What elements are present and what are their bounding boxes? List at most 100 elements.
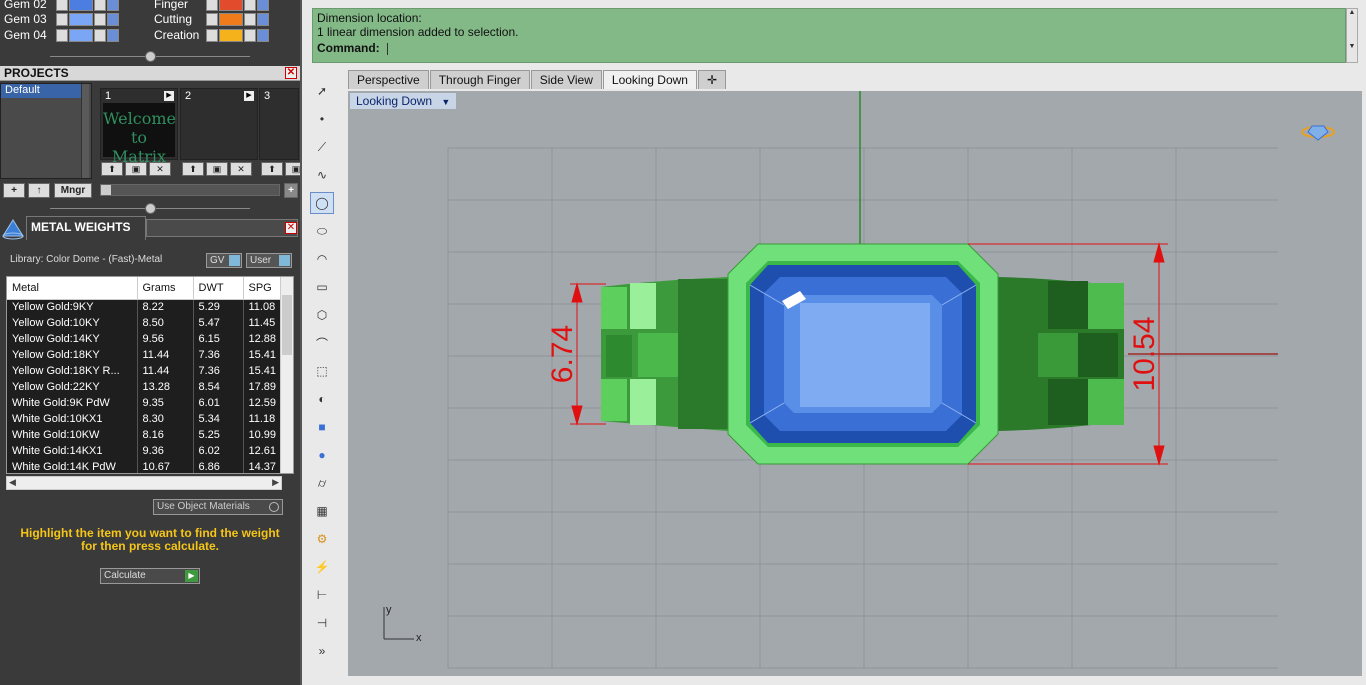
left-shank[interactable] xyxy=(601,277,728,431)
up-button[interactable]: ↑ xyxy=(28,183,50,198)
tab-through-finger[interactable]: Through Finger xyxy=(429,70,530,89)
table-cell[interactable]: 8.50 xyxy=(137,315,194,331)
table-cell[interactable]: Yellow Gold:14KY xyxy=(7,331,138,347)
table-cell[interactable]: Yellow Gold:10KY xyxy=(7,315,138,331)
lock-icon[interactable] xyxy=(244,28,256,42)
column-header[interactable]: Grams xyxy=(137,277,194,300)
arc-icon[interactable]: ◠ xyxy=(310,248,334,270)
chevron-down-icon[interactable]: ▼ xyxy=(441,94,450,110)
table-cell[interactable]: 13.28 xyxy=(137,379,194,395)
table-row[interactable]: White Gold:9K PdW 9.35 6.01 12.59 xyxy=(7,395,290,411)
table-row[interactable]: White Gold:14KX1 9.36 6.02 12.61 xyxy=(7,443,290,459)
horizontal-scrollbar[interactable]: ◀ ▶ xyxy=(6,476,282,490)
select-arrow-icon[interactable]: ➚ xyxy=(310,80,334,102)
fillet-icon[interactable]: ⌒ xyxy=(310,332,334,354)
table-cell[interactable]: 5.25 xyxy=(193,427,244,443)
table-cell[interactable]: White Gold:14KX1 xyxy=(7,443,138,459)
table-cell[interactable]: 8.22 xyxy=(137,299,194,315)
table-cell[interactable]: Yellow Gold:22KY xyxy=(7,379,138,395)
layer-color-swatch[interactable] xyxy=(69,28,93,42)
lock-icon[interactable] xyxy=(244,0,256,11)
project-slot[interactable]: 3 xyxy=(259,88,299,160)
table-row[interactable]: White Gold:14K PdW 10.67 6.86 14.37 xyxy=(7,459,290,473)
table-cell[interactable]: 6.15 xyxy=(193,331,244,347)
tab-looking-down[interactable]: Looking Down xyxy=(602,70,697,89)
sphere-icon[interactable]: ● xyxy=(310,444,334,466)
layer-expand-icon[interactable] xyxy=(56,0,68,11)
ring-icon[interactable] xyxy=(1301,125,1335,141)
visibility-icon[interactable] xyxy=(257,12,269,26)
visibility-icon[interactable] xyxy=(257,0,269,11)
close-icon[interactable]: ✕ xyxy=(285,67,297,79)
emerald-cut-gem[interactable] xyxy=(749,265,977,443)
scroll-down-icon[interactable]: ▼ xyxy=(1347,43,1357,50)
table-cell[interactable]: 9.36 xyxy=(137,443,194,459)
lock-icon[interactable] xyxy=(94,28,106,42)
layer-color-swatch[interactable] xyxy=(69,0,93,11)
metal-weights-table[interactable]: Metal Grams DWT SPG Yellow Gold:9KY 8.22 5… xyxy=(6,276,294,474)
radio-icon[interactable] xyxy=(269,502,279,512)
vertical-scrollbar[interactable] xyxy=(280,277,293,473)
table-row[interactable]: Yellow Gold:10KY 8.50 5.47 11.45 xyxy=(7,315,290,331)
table-row[interactable]: Yellow Gold:18KY R... 11.44 7.36 15.41 xyxy=(7,363,290,379)
list-item[interactable]: Default xyxy=(1,84,83,98)
panel-splitter[interactable] xyxy=(0,202,300,214)
viewport-label[interactable]: Looking Down ▼ xyxy=(350,93,457,110)
save-icon[interactable]: ▣ xyxy=(125,162,147,176)
tab-perspective[interactable]: Perspective xyxy=(348,70,429,89)
table-cell[interactable]: 7.36 xyxy=(193,347,244,363)
visibility-icon[interactable] xyxy=(257,28,269,42)
panel-splitter[interactable] xyxy=(0,50,300,62)
calculate-button[interactable]: Calculate ▶ xyxy=(100,568,200,584)
viewport-canvas[interactable]: 6.74 10.54 y x xyxy=(348,91,1362,676)
upload-icon[interactable]: ⬆ xyxy=(182,162,204,176)
layer-expand-icon[interactable] xyxy=(56,12,68,26)
delete-icon[interactable]: ✕ xyxy=(149,162,171,176)
layer-expand-icon[interactable] xyxy=(206,12,218,26)
project-slot[interactable]: 2 ▶ xyxy=(180,88,258,160)
command-area[interactable]: Dimension location: 1 linear dimension a… xyxy=(312,8,1346,63)
user-toggle[interactable]: User xyxy=(246,253,292,268)
table-cell[interactable]: Yellow Gold:18KY R... xyxy=(7,363,138,379)
right-shank[interactable] xyxy=(998,277,1124,431)
project-slot[interactable]: 1 ▶ Welcome to Matrix xyxy=(100,88,178,166)
column-header[interactable]: DWT xyxy=(193,277,244,300)
project-thumbnail[interactable]: Welcome to Matrix xyxy=(103,103,176,166)
layer-expand-icon[interactable] xyxy=(56,28,68,42)
visibility-icon[interactable] xyxy=(107,28,119,42)
table-cell[interactable]: 5.29 xyxy=(193,299,244,315)
table-cell[interactable]: White Gold:10KX1 xyxy=(7,411,138,427)
box-icon[interactable]: ■ xyxy=(310,416,334,438)
layer-color-swatch[interactable] xyxy=(69,12,93,26)
table-cell[interactable]: 10.67 xyxy=(137,459,194,473)
measure-icon[interactable]: ⊢ xyxy=(310,584,334,606)
rectangle-icon[interactable]: ▭ xyxy=(310,276,334,298)
scroll-up-icon[interactable]: ▲ xyxy=(1347,9,1357,16)
play-icon[interactable]: ▶ xyxy=(185,570,198,582)
table-cell[interactable]: Yellow Gold:18KY xyxy=(7,347,138,363)
table-cell[interactable]: 7.36 xyxy=(193,363,244,379)
layer-row[interactable]: Gem 03 xyxy=(0,11,119,27)
command-scrollbar[interactable]: ▲ ▼ xyxy=(1346,8,1358,63)
delete-icon[interactable]: ✕ xyxy=(230,162,252,176)
splitter-grip-icon[interactable] xyxy=(144,50,156,62)
viewport-looking-down[interactable]: 6.74 10.54 y x Looking Down ▼ xyxy=(348,91,1362,676)
visibility-icon[interactable] xyxy=(107,0,119,11)
polygon-icon[interactable]: ⬡ xyxy=(310,304,334,326)
flash-icon[interactable]: ⚡ xyxy=(310,556,334,578)
revolve-icon[interactable]: ◐ xyxy=(310,388,334,410)
dimension-icon[interactable]: ⊣ xyxy=(310,612,334,634)
table-cell[interactable]: White Gold:14K PdW xyxy=(7,459,138,473)
table-cell[interactable]: 9.35 xyxy=(137,395,194,411)
polyline-icon[interactable]: ⟋ xyxy=(310,136,334,158)
table-cell[interactable]: 5.47 xyxy=(193,315,244,331)
table-cell[interactable]: 6.02 xyxy=(193,443,244,459)
table-row[interactable]: Yellow Gold:18KY 11.44 7.36 15.41 xyxy=(7,347,290,363)
layer-color-swatch[interactable] xyxy=(219,0,243,11)
column-header[interactable]: Metal xyxy=(7,277,138,300)
layer-expand-icon[interactable] xyxy=(206,0,218,11)
table-cell[interactable]: White Gold:10KW xyxy=(7,427,138,443)
upload-icon[interactable]: ⬆ xyxy=(101,162,123,176)
circle-icon[interactable]: ◯ xyxy=(310,192,334,214)
more-icon[interactable]: » xyxy=(310,640,334,662)
